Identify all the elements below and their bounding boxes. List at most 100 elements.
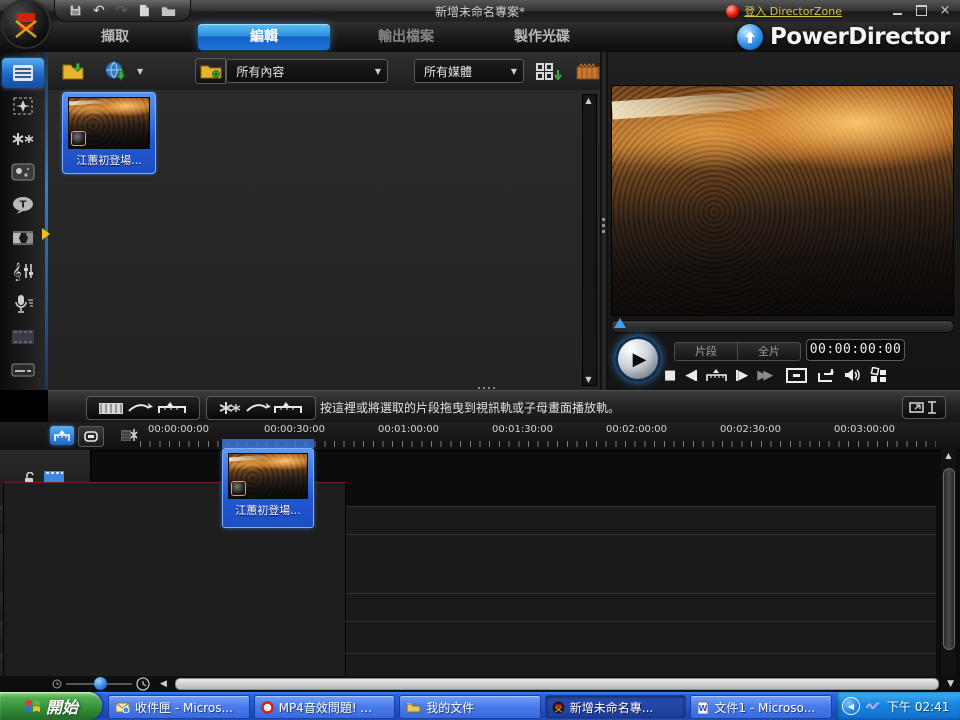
movie-mode-button[interactable]: 全片 (738, 342, 801, 361)
content-filter-arrow: ▼ (375, 67, 381, 76)
content-filter-dropdown[interactable]: 所有內容 ▼ (226, 59, 388, 83)
import-media-icon[interactable] (62, 61, 88, 81)
seek-bar[interactable] (611, 320, 954, 333)
media-room-button[interactable] (2, 58, 44, 88)
close-button[interactable]: × (938, 4, 952, 17)
outlook-express-icon (115, 701, 130, 713)
tab-produce[interactable]: 輸出檔案 (352, 24, 460, 50)
media-filter-arrow: ▼ (511, 67, 517, 76)
save-icon[interactable] (69, 4, 82, 17)
tray-status-icon[interactable] (866, 700, 881, 712)
undo-icon[interactable]: ↶ (93, 4, 105, 18)
sidebar-expander-arrow[interactable] (42, 228, 50, 240)
snapshot-button[interactable] (870, 367, 887, 383)
subtitle-room-button[interactable] (2, 355, 44, 385)
track-manager-button[interactable] (116, 426, 142, 445)
title-room-icon: T (11, 196, 35, 214)
chapter-room-button[interactable] (2, 322, 44, 352)
restore-button[interactable] (914, 4, 928, 17)
undock-preview-button[interactable] (816, 368, 835, 382)
previous-frame-button[interactable]: ◀ (685, 369, 697, 382)
tab-edit[interactable]: 編輯 (198, 24, 330, 50)
insert-video-track-button[interactable] (86, 396, 200, 420)
taskbar-item-label: 新增未命名專... (570, 699, 653, 716)
fast-forward-button[interactable]: ▶▶ (757, 369, 769, 382)
volume-button[interactable] (844, 368, 861, 382)
tab-capture[interactable]: 擷取 (60, 24, 170, 50)
scroll-left-icon[interactable]: ◀ (160, 679, 167, 689)
content-filter-value: 所有內容 (236, 63, 366, 80)
new-project-icon[interactable] (138, 4, 150, 17)
start-button[interactable]: 開始 (0, 692, 102, 720)
title-bar: ↶ ↷ 新增未命名專案* 登入 DirectorZone × (0, 0, 960, 23)
fullscreen-button[interactable] (786, 368, 807, 383)
seek-thumb[interactable] (614, 318, 626, 328)
view-options-icon[interactable] (536, 63, 562, 80)
next-frame-button[interactable]: ▶ (736, 369, 748, 382)
timeline-scroll-thumb[interactable] (943, 468, 955, 650)
library-scroll-down-icon[interactable]: ▼ (583, 375, 594, 384)
ruler-label: 00:01:30:00 (492, 424, 553, 435)
tab-create-disc[interactable]: 製作光碟 (488, 24, 596, 50)
audio-mixing-room-button[interactable]: 𝄞 (2, 256, 44, 286)
timeline-vertical-scrollbar[interactable]: ▲ ▼ (941, 450, 956, 698)
timeline-panel: S★ 00:00:00:00 00:00:30:00 00:01:00:00 0… (0, 422, 960, 692)
svg-text:W: W (699, 704, 708, 713)
jog-ruler-button[interactable] (706, 368, 727, 382)
play-icon: ▶ (633, 349, 647, 370)
particle-room-icon (11, 163, 35, 181)
timeline-scroll-up-icon[interactable]: ▲ (943, 451, 954, 460)
preview-video[interactable] (611, 85, 954, 316)
timeline-view-button[interactable] (50, 426, 74, 445)
pip-objects-room-button[interactable] (2, 124, 44, 154)
redo-icon[interactable]: ↷ (116, 4, 128, 18)
library-menu-button[interactable] (195, 58, 226, 84)
open-project-icon[interactable] (161, 5, 176, 17)
playback-mode-toggle: 片段 全片 (674, 342, 801, 361)
zoom-slider-knob[interactable] (94, 677, 107, 690)
windows-flag-icon (24, 698, 41, 714)
library-scrollbar[interactable]: ▲ ▼ (582, 94, 597, 386)
library-timeline-icon[interactable] (576, 63, 600, 80)
login-link[interactable]: 登入 DirectorZone (744, 3, 842, 19)
taskbar-item-inbox[interactable]: 收件匣 - Micros... (108, 695, 250, 719)
timeline-horizontal-scrollbar[interactable] (175, 678, 939, 690)
powerdirector-logo (3, 1, 49, 47)
title-room-button[interactable]: T (2, 190, 44, 220)
stop-button[interactable]: ■ (664, 369, 676, 382)
effect-room-button[interactable] (2, 91, 44, 121)
media-item[interactable]: 江蕙初登場... (62, 92, 156, 174)
ruler-label: 00:03:00:00 (834, 424, 895, 435)
voiceover-room-button[interactable] (2, 289, 44, 319)
preview-resize-button[interactable] (902, 396, 946, 419)
taskbar-item-word[interactable]: W 文件1 - Microso... (690, 695, 832, 719)
hide-icons-chevron[interactable]: ◀ (842, 697, 860, 715)
taskbar-item-powerdirector[interactable]: 新增未命名專... (545, 695, 687, 719)
taskbar-item-browser[interactable]: MP4音效問題! ... (254, 695, 396, 719)
library-preview-splitter[interactable] (600, 52, 608, 390)
library-scroll-up-icon[interactable]: ▲ (583, 96, 594, 105)
minimize-button[interactable] (890, 4, 904, 17)
taskbar-item-my-documents[interactable]: 我的文件 (399, 695, 541, 719)
brand-name: PowerDirector (770, 24, 950, 50)
storyboard-view-button[interactable] (78, 426, 104, 447)
directorzone-login[interactable]: 登入 DirectorZone (726, 3, 842, 19)
media-filter-dropdown[interactable]: 所有媒體 ▼ (414, 59, 524, 83)
timeline-header: 00:00:00:00 00:00:30:00 00:01:00:00 00:0… (0, 422, 960, 451)
system-tray: ◀ 下午 02:41 (836, 692, 960, 720)
download-media-icon[interactable]: ▼ (104, 61, 143, 81)
timeline-zoom-slider[interactable] (66, 683, 132, 685)
play-button[interactable]: ▶ (615, 336, 661, 382)
folder-icon (406, 701, 421, 713)
transition-room-button[interactable] (2, 223, 44, 253)
clip-mode-button[interactable]: 片段 (674, 342, 738, 361)
timeline-clip[interactable]: 江蕙初登場... (222, 448, 314, 528)
panel-splitter-grip[interactable] (478, 387, 500, 389)
insert-pip-track-button[interactable] (206, 396, 316, 420)
scroll-down-icon[interactable]: ▼ (947, 679, 954, 689)
ruler-label: 00:00:30:00 (264, 424, 325, 435)
particle-room-button[interactable] (2, 157, 44, 187)
timeline-ruler[interactable]: 00:00:00:00 00:00:30:00 00:01:00:00 00:0… (140, 422, 936, 450)
zoom-out-clock-icon (52, 679, 62, 689)
download-dropdown-arrow[interactable]: ▼ (137, 67, 143, 76)
